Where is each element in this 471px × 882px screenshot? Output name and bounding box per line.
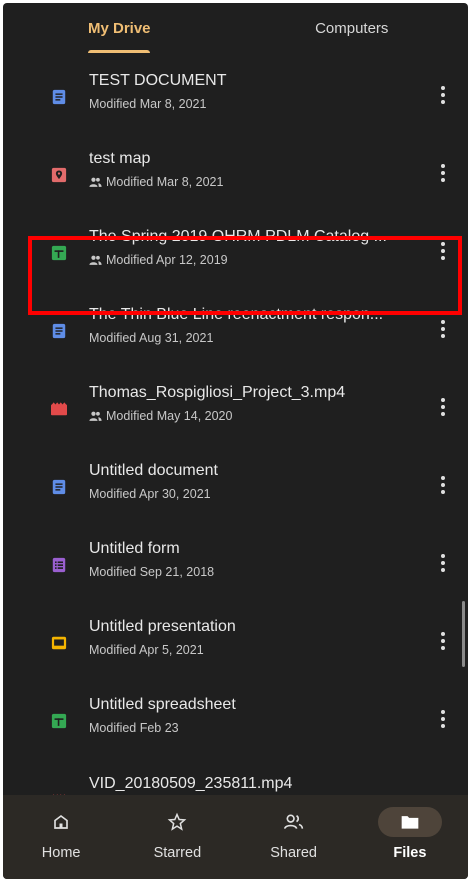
forms-icon	[51, 557, 67, 573]
shared-people-icon	[89, 177, 102, 187]
file-title: Thomas_Rospigliosi_Project_3.mp4	[89, 384, 346, 401]
more-options-icon[interactable]	[431, 629, 455, 653]
docs-icon	[51, 323, 67, 339]
modified-text: Modified Apr 5, 2021	[89, 643, 204, 657]
map-pin-icon	[51, 167, 67, 183]
sheets-icon	[51, 245, 67, 261]
nav-label: Starred	[153, 845, 202, 861]
file-modified-date: Modified Feb 23	[89, 721, 179, 735]
tab-label: Computers	[315, 19, 389, 37]
file-title: test map	[89, 150, 151, 167]
people-icon	[283, 814, 303, 829]
home-icon	[54, 814, 68, 829]
file-row[interactable]: Untitled spreadsheet Modified Feb 23	[3, 677, 468, 755]
file-modified-date: Modified Mar 8, 2021	[89, 175, 223, 189]
shared-people-icon	[89, 411, 102, 421]
file-row[interactable]: Untitled presentation Modified Apr 5, 202…	[3, 599, 468, 677]
file-row[interactable]: The Thin Blue Line reenactment respon...…	[3, 287, 468, 365]
nav-shared[interactable]: Shared	[236, 795, 352, 879]
nav-starred[interactable]: Starred	[119, 795, 235, 879]
modified-text: Modified Apr 30, 2021	[89, 487, 211, 501]
more-options-icon[interactable]	[431, 707, 455, 731]
modified-text: Modified Mar 8, 2021	[89, 97, 207, 111]
folder-icon	[401, 816, 419, 829]
more-options-icon[interactable]	[431, 317, 455, 341]
file-row[interactable]: Untitled form Modified Sep 21, 2018	[3, 521, 468, 599]
more-options-icon[interactable]	[431, 83, 455, 107]
video-icon	[51, 401, 67, 417]
file-title: Untitled presentation	[89, 618, 236, 635]
drive-tabs: My Drive Computers	[3, 3, 468, 53]
file-row[interactable]: Thomas_Rospigliosi_Project_3.mp4 Modified…	[3, 365, 468, 443]
file-title: Untitled spreadsheet	[89, 696, 236, 713]
modified-text: Modified Apr 12, 2019	[106, 253, 228, 267]
sheets-icon	[51, 713, 67, 729]
file-list[interactable]: TEST DOCUMENT Modified Mar 8, 2021 test ma…	[3, 53, 468, 795]
modified-text: Modified Sep 21, 2018	[89, 565, 215, 579]
more-options-icon[interactable]	[431, 473, 455, 497]
file-row[interactable]: Untitled document Modified Apr 30, 2021	[3, 443, 468, 521]
file-title: VID_20180509_235811.mp4	[89, 775, 293, 792]
drive-app: My Drive Computers TEST DOCUMENT Modified…	[3, 3, 468, 879]
file-title: The Spring 2019 OHRM PDLM Catalog ...	[89, 228, 387, 245]
file-modified-date: Modified Aug 31, 2021	[89, 331, 213, 345]
file-modified-date: Modified Sep 21, 2018	[89, 565, 214, 579]
more-options-icon[interactable]	[431, 161, 455, 185]
nav-files[interactable]: Files	[352, 795, 468, 879]
file-modified-date: Modified Mar 8, 2021	[89, 97, 206, 111]
nav-home[interactable]: Home	[3, 795, 119, 879]
tab-label: My Drive	[87, 19, 151, 37]
file-title: Untitled document	[89, 462, 218, 479]
nav-label: Shared	[270, 845, 317, 861]
docs-icon	[51, 89, 67, 105]
file-title: TEST DOCUMENT	[89, 72, 227, 89]
more-options-icon[interactable]	[431, 239, 455, 263]
modified-text: Modified Feb 23	[89, 721, 179, 735]
file-title: The Thin Blue Line reenactment respon...	[89, 306, 384, 323]
tab-computers[interactable]: Computers	[236, 3, 469, 53]
modified-text: Modified Mar 8, 2021	[106, 175, 224, 189]
file-row[interactable]: TEST DOCUMENT Modified Mar 8, 2021	[3, 53, 468, 131]
more-options-icon[interactable]	[431, 395, 455, 419]
bottom-navigation: Home Starred Shared Files	[3, 795, 468, 879]
modified-text: Modified Aug 31, 2021	[89, 331, 214, 345]
file-row[interactable]: test map Modified Mar 8, 2021	[3, 131, 468, 209]
nav-label: Home	[41, 845, 81, 861]
docs-icon	[51, 479, 67, 495]
slides-icon	[51, 635, 67, 651]
file-row[interactable]: The Spring 2019 OHRM PDLM Catalog ... Mod…	[3, 209, 468, 287]
tab-my-drive[interactable]: My Drive	[3, 3, 236, 53]
file-modified-date: Modified May 14, 2020	[89, 409, 232, 423]
modified-text: Modified May 14, 2020	[106, 409, 233, 423]
file-modified-date: Modified Apr 30, 2021	[89, 487, 211, 501]
file-title: Untitled form	[89, 540, 180, 557]
star-icon	[168, 812, 187, 831]
nav-label: Files	[393, 845, 427, 861]
shared-people-icon	[89, 255, 102, 265]
file-modified-date: Modified Apr 5, 2021	[89, 643, 204, 657]
file-modified-date: Modified Apr 12, 2019	[89, 253, 228, 267]
scrollbar[interactable]	[462, 601, 465, 667]
more-options-icon[interactable]	[431, 551, 455, 575]
file-row[interactable]: VID_20180509_235811.mp4	[3, 755, 468, 795]
